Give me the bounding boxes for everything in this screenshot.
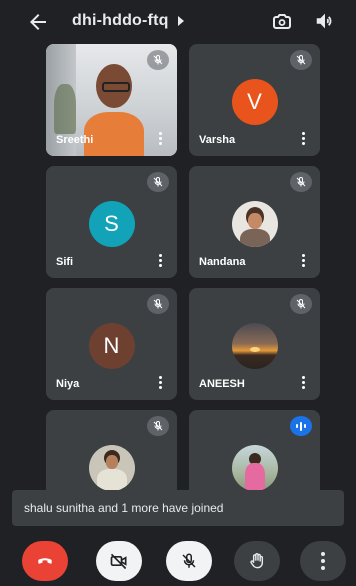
more-vert-icon[interactable] — [159, 376, 163, 390]
avatar — [231, 323, 278, 369]
top-bar: dhi-hddo-ftq — [0, 0, 356, 44]
participant-name: Sifi — [56, 256, 74, 268]
call-controls — [0, 534, 356, 586]
participant-name: ANEESH — [199, 378, 245, 390]
chevron-right-icon[interactable] — [178, 16, 184, 26]
participant-name: Varsha — [199, 134, 236, 146]
camera-off-button[interactable] — [96, 541, 142, 581]
mic-off-icon — [290, 172, 312, 192]
video-off-icon — [110, 553, 127, 570]
participant-tile-niya[interactable]: N Niya — [46, 288, 177, 400]
more-vert-icon[interactable] — [302, 254, 306, 268]
meeting-code[interactable]: dhi-hddo-ftq — [72, 12, 169, 30]
avatar: N — [88, 323, 135, 369]
avatar — [231, 445, 278, 490]
mic-off-icon — [147, 172, 169, 192]
more-vert-icon[interactable] — [159, 254, 163, 268]
hand-icon — [250, 552, 264, 569]
end-call-icon — [38, 558, 52, 564]
mic-off-icon — [290, 50, 312, 70]
participant-name: Niya — [56, 378, 80, 390]
camera-flip-icon[interactable] — [270, 9, 294, 33]
avatar: S — [88, 201, 135, 247]
participant-tile-nandana[interactable]: Nandana — [189, 166, 320, 278]
more-vert-icon — [321, 552, 325, 570]
end-call-button[interactable] — [22, 541, 68, 581]
more-options-button[interactable] — [300, 541, 346, 581]
mic-off-icon — [147, 294, 169, 314]
mic-off-button[interactable] — [166, 541, 212, 581]
avatar — [231, 201, 278, 247]
arrow-left-icon[interactable] — [24, 10, 52, 34]
participant-name: Sreethi — [56, 134, 94, 146]
mic-off-icon — [147, 416, 169, 436]
raise-hand-button[interactable] — [234, 541, 280, 581]
avatar — [88, 445, 135, 490]
more-vert-icon[interactable] — [159, 132, 163, 146]
speaker-icon[interactable] — [314, 10, 336, 32]
participant-tile-sifi[interactable]: S Sifi — [46, 166, 177, 278]
mic-off-icon — [147, 50, 169, 70]
speaking-indicator-icon — [290, 416, 312, 436]
participant-tile-varsha[interactable]: V Varsha — [189, 44, 320, 156]
mic-off-icon — [182, 553, 196, 568]
participant-tile-8[interactable] — [189, 410, 320, 490]
participant-tile-7[interactable] — [46, 410, 177, 490]
participant-tile-aneesh[interactable]: ANEESH — [189, 288, 320, 400]
more-vert-icon[interactable] — [302, 376, 306, 390]
mic-off-icon — [290, 294, 312, 314]
participant-name: Nandana — [199, 256, 246, 268]
avatar: V — [231, 79, 278, 125]
participant-tile-sreethi[interactable]: Sreethi — [46, 44, 177, 156]
join-notification: shalu sunitha and 1 more have joined — [12, 490, 344, 526]
more-vert-icon[interactable] — [302, 132, 306, 146]
